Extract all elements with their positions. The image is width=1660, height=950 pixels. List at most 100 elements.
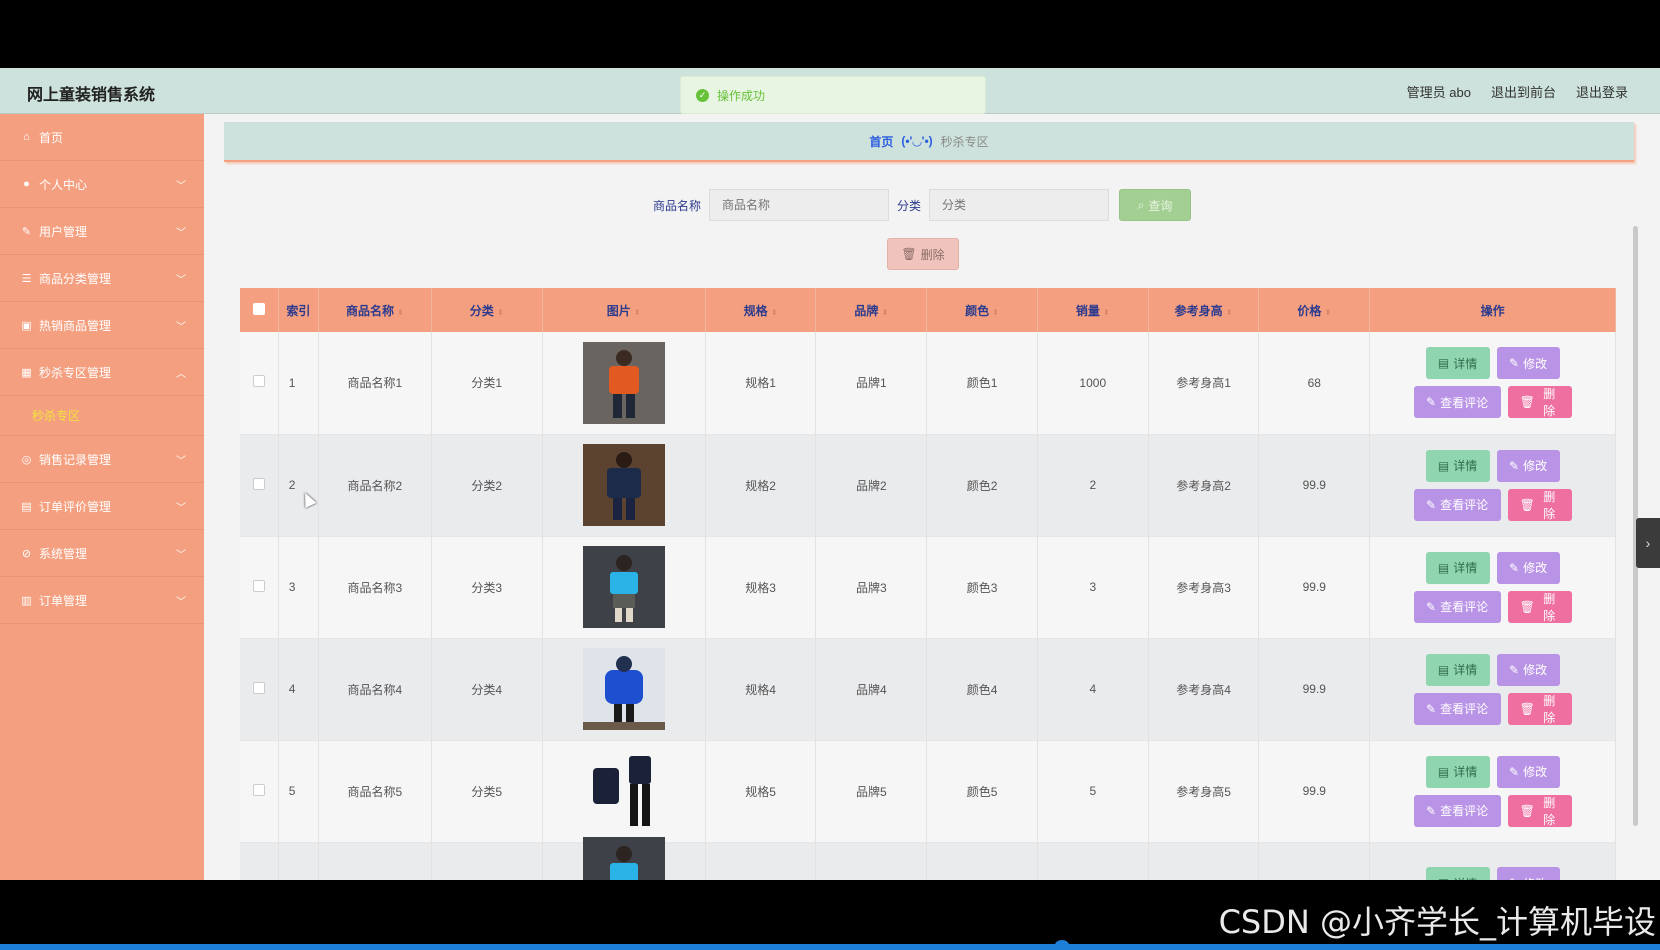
pencil-icon: ✎ — [1426, 497, 1437, 512]
category-search-input[interactable] — [929, 189, 1110, 221]
name-search-input[interactable] — [709, 189, 889, 221]
row-select-cell[interactable] — [240, 638, 279, 740]
product-thumbnail[interactable] — [582, 444, 665, 526]
edit-label: 修改 — [1523, 875, 1547, 881]
row-select-cell[interactable] — [240, 434, 279, 536]
sort-icon[interactable]: ⬍ — [771, 308, 778, 317]
progress-bar — [0, 944, 1660, 950]
product-thumbnail[interactable] — [582, 837, 665, 880]
progress-handle[interactable] — [1055, 940, 1069, 950]
detail-button[interactable]: ▤详情 — [1425, 755, 1490, 788]
product-thumbnail[interactable] — [582, 546, 665, 628]
sidebar-item-orders[interactable]: ▥ 订单管理 ﹀ — [0, 577, 204, 624]
header-image[interactable]: 图片 ⬍ — [542, 288, 706, 332]
detail-button[interactable]: ▤详情 — [1425, 867, 1490, 880]
logout-link[interactable]: 退出登录 — [1576, 82, 1628, 101]
pencil-icon: ✎ — [1426, 599, 1437, 614]
row-checkbox[interactable] — [252, 477, 265, 490]
row-select-cell[interactable] — [240, 332, 279, 434]
sidebar-item-label: 订单评价管理 — [39, 499, 112, 514]
search-icon: ⌕ — [1137, 197, 1145, 212]
cell-price: 99.9 — [1258, 740, 1371, 842]
sort-icon[interactable]: ⬍ — [1103, 308, 1110, 317]
sidebar-item-hot-products[interactable]: ▣ 热销商品管理 ﹀ — [0, 302, 204, 349]
header-category[interactable]: 分类 ⬍ — [431, 288, 543, 332]
sidebar-item-system[interactable]: ⊘ 系统管理 ﹀ — [0, 530, 204, 577]
sidebar-item-users[interactable]: ✎ 用户管理 ﹀ — [0, 208, 204, 255]
product-thumbnail[interactable] — [582, 341, 665, 424]
header-spec[interactable]: 规格 ⬍ — [705, 288, 817, 332]
edit-button[interactable]: ✎修改 — [1496, 449, 1560, 482]
pencil-icon: ✎ — [1426, 701, 1437, 716]
view-comments-button[interactable]: ✎ 查看评论 — [1413, 692, 1501, 725]
header-height[interactable]: 参考身高 ⬍ — [1148, 288, 1260, 332]
cell-color: 颜色1 — [926, 332, 1038, 434]
exit-front-link[interactable]: 退出到前台 — [1491, 82, 1556, 101]
document-icon: ▤ — [1437, 764, 1450, 779]
product-thumbnail[interactable] — [582, 750, 665, 832]
cell-index: 4 — [278, 638, 320, 740]
chevron-down-icon: ﹀ — [176, 275, 186, 286]
view-comments-button[interactable]: ✎ 查看评论 — [1413, 488, 1501, 521]
sidebar-item-order-reviews[interactable]: ▤ 订单评价管理 ﹀ — [0, 483, 204, 530]
header-brand[interactable]: 品牌 ⬍ — [815, 288, 928, 332]
detail-label: 详情 — [1453, 561, 1478, 575]
row-select-cell[interactable] — [240, 842, 279, 880]
sort-icon[interactable]: ⬍ — [881, 308, 888, 317]
sort-icon[interactable]: ⬍ — [1226, 308, 1233, 317]
sort-icon[interactable]: ⬍ — [1324, 308, 1331, 317]
cell-color: 颜色5 — [926, 740, 1038, 842]
delete-button[interactable]: 🗑 删除 — [1507, 590, 1572, 623]
sort-icon[interactable]: ⬍ — [634, 308, 641, 317]
header-color[interactable]: 颜色 ⬍ — [926, 288, 1038, 332]
select-all-checkbox[interactable] — [252, 302, 265, 315]
row-checkbox[interactable] — [252, 681, 265, 694]
delete-button[interactable]: 🗑 删除 — [1507, 386, 1572, 419]
header-name[interactable]: 商品名称 ⬍ — [318, 288, 432, 332]
row-checkbox[interactable] — [252, 579, 265, 592]
sidebar-item-personal[interactable]: ● 个人中心 ﹀ — [0, 161, 204, 208]
select-all-cell[interactable] — [240, 288, 279, 332]
edit-button[interactable]: ✎修改 — [1496, 347, 1560, 380]
view-comments-button[interactable]: ✎ 查看评论 — [1413, 794, 1501, 827]
sort-icon[interactable]: ⬍ — [397, 308, 404, 317]
product-thumbnail[interactable] — [582, 648, 665, 730]
sort-icon[interactable]: ⬍ — [497, 308, 504, 317]
batch-delete-button[interactable]: 🗑 删除 — [887, 238, 959, 270]
row-checkbox[interactable] — [252, 375, 265, 388]
sort-icon[interactable]: ⬍ — [992, 308, 999, 317]
detail-button[interactable]: ▤详情 — [1425, 449, 1490, 482]
edit-button[interactable]: ✎修改 — [1496, 755, 1560, 788]
sidebar-item-sales-records[interactable]: ◎ 销售记录管理 ﹀ — [0, 436, 204, 483]
detail-button[interactable]: ▤详情 — [1425, 551, 1490, 584]
detail-button[interactable]: ▤详情 — [1425, 653, 1490, 686]
row-select-cell[interactable] — [240, 536, 279, 638]
document-icon: ▤ — [1437, 356, 1450, 371]
sidebar-item-home[interactable]: ⌂ 首页 — [0, 114, 204, 161]
row-checkbox[interactable] — [252, 783, 265, 796]
chevron-down-icon: ﹀ — [176, 228, 186, 239]
delete-button[interactable]: 🗑 删除 — [1507, 794, 1572, 827]
cell-index — [278, 842, 320, 880]
cell-price: 68 — [1258, 332, 1371, 434]
delete-button[interactable]: 🗑 删除 — [1507, 488, 1572, 521]
query-button[interactable]: ⌕ 查询 — [1119, 189, 1192, 221]
delete-button[interactable]: 🗑 删除 — [1507, 692, 1572, 725]
sidebar-item-flash-sale[interactable]: ▦ 秒杀专区管理 ︿ — [0, 349, 204, 396]
header-sales[interactable]: 销量 ⬍ — [1037, 288, 1149, 332]
sidebar-subitem-flash-sale[interactable]: 秒杀专区 — [0, 396, 204, 436]
detail-button[interactable]: ▤详情 — [1425, 347, 1490, 380]
edit-button[interactable]: ✎修改 — [1496, 551, 1560, 584]
breadcrumb-home[interactable]: 首页 — [869, 133, 893, 150]
view-comments-button[interactable]: ✎ 查看评论 — [1413, 590, 1501, 623]
cell-color — [926, 842, 1038, 880]
row-select-cell[interactable] — [240, 740, 279, 842]
edit-button[interactable]: ✎修改 — [1496, 653, 1560, 686]
header-price[interactable]: 价格 ⬍ — [1258, 288, 1371, 332]
cell-price: 99.9 — [1258, 536, 1371, 638]
cell-index: 2 — [278, 434, 320, 536]
sidebar-item-categories[interactable]: ☰ 商品分类管理 ﹀ — [0, 255, 204, 302]
edit-button[interactable]: ✎修改 — [1496, 867, 1560, 881]
chevron-right-icon[interactable]: › — [1636, 518, 1660, 568]
view-comments-button[interactable]: ✎ 查看评论 — [1413, 386, 1501, 419]
